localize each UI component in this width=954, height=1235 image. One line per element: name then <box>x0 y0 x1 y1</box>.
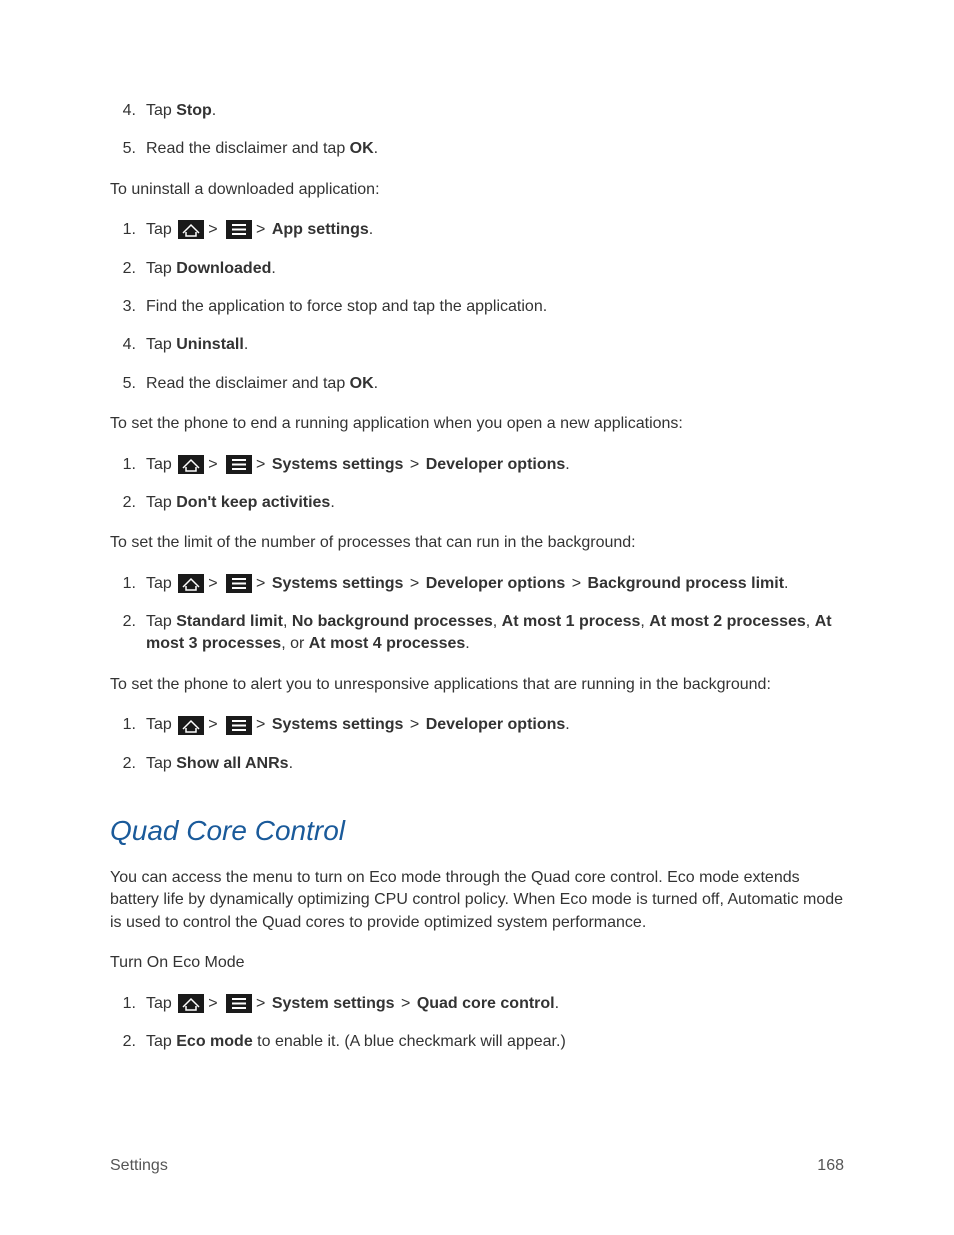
home-icon <box>178 220 204 239</box>
list-content: Read the disclaimer and tap OK. <box>146 373 844 395</box>
list-number: 3. <box>110 296 136 318</box>
list-content: Read the disclaimer and tap OK. <box>146 138 844 160</box>
menu-icon <box>226 574 252 593</box>
list-content: Tap Uninstall. <box>146 334 844 356</box>
list-number: 2. <box>110 258 136 280</box>
ordered-list: 1. Tap > > App settings. 2. Tap Download… <box>110 219 844 395</box>
list-content: Find the application to force stop and t… <box>146 296 844 318</box>
list-item: 5. Read the disclaimer and tap OK. <box>110 138 844 160</box>
ordered-list: 1. Tap > > Systems settings > Developer … <box>110 714 844 775</box>
list-item: 2. Tap Downloaded. <box>110 258 844 280</box>
list-item: 1. Tap > > System settings > Quad core c… <box>110 993 844 1015</box>
list-number: 1. <box>110 219 136 241</box>
list-number: 5. <box>110 138 136 160</box>
list-number: 2. <box>110 611 136 656</box>
list-number: 2. <box>110 1031 136 1053</box>
list-number: 1. <box>110 993 136 1015</box>
page-number: 168 <box>817 1157 844 1175</box>
list-item: 1. Tap > > Systems settings > Developer … <box>110 573 844 595</box>
list-content: Tap > > Systems settings > Developer opt… <box>146 714 844 736</box>
paragraph: To set the limit of the number of proces… <box>110 532 844 554</box>
page-footer: Settings 168 <box>110 1157 844 1175</box>
list-item: 1. Tap > > App settings. <box>110 219 844 241</box>
section-heading: Quad Core Control <box>110 815 844 847</box>
list-item: 1. Tap > > Systems settings > Developer … <box>110 454 844 476</box>
list-number: 4. <box>110 334 136 356</box>
list-content: Tap Downloaded. <box>146 258 844 280</box>
list-number: 1. <box>110 454 136 476</box>
list-number: 1. <box>110 573 136 595</box>
paragraph: To set the phone to end a running applic… <box>110 413 844 435</box>
menu-icon <box>226 716 252 735</box>
menu-icon <box>226 455 252 474</box>
list-item: 2. Tap Don't keep activities. <box>110 492 844 514</box>
footer-section-name: Settings <box>110 1157 168 1175</box>
menu-icon <box>226 220 252 239</box>
ordered-list: 1. Tap > > Systems settings > Developer … <box>110 454 844 515</box>
list-number: 1. <box>110 714 136 736</box>
list-number: 2. <box>110 492 136 514</box>
list-content: Tap Stop. <box>146 100 844 122</box>
list-content: Tap Eco mode to enable it. (A blue check… <box>146 1031 844 1053</box>
home-icon <box>178 716 204 735</box>
list-number: 4. <box>110 100 136 122</box>
paragraph: To uninstall a downloaded application: <box>110 179 844 201</box>
list-item: 2. Tap Standard limit, No background pro… <box>110 611 844 656</box>
list-content: Tap > > Systems settings > Developer opt… <box>146 573 844 595</box>
list-number: 5. <box>110 373 136 395</box>
paragraph: To set the phone to alert you to unrespo… <box>110 674 844 696</box>
list-content: Tap Don't keep activities. <box>146 492 844 514</box>
list-content: Tap Standard limit, No background proces… <box>146 611 844 656</box>
list-item: 4. Tap Uninstall. <box>110 334 844 356</box>
home-icon <box>178 994 204 1013</box>
list-item: 4. Tap Stop. <box>110 100 844 122</box>
menu-icon <box>226 994 252 1013</box>
list-item: 3. Find the application to force stop an… <box>110 296 844 318</box>
list-content: Tap > > App settings. <box>146 219 844 241</box>
ordered-list: 1. Tap > > Systems settings > Developer … <box>110 573 844 656</box>
list-item: 2. Tap Eco mode to enable it. (A blue ch… <box>110 1031 844 1053</box>
list-content: Tap > > Systems settings > Developer opt… <box>146 454 844 476</box>
home-icon <box>178 574 204 593</box>
list-item: 5. Read the disclaimer and tap OK. <box>110 373 844 395</box>
ordered-list: 1. Tap > > System settings > Quad core c… <box>110 993 844 1054</box>
list-content: Tap Show all ANRs. <box>146 753 844 775</box>
list-number: 2. <box>110 753 136 775</box>
ordered-list-continue: 4. Tap Stop. 5. Read the disclaimer and … <box>110 100 844 161</box>
page-content: 4. Tap Stop. 5. Read the disclaimer and … <box>0 0 954 1053</box>
list-item: 2. Tap Show all ANRs. <box>110 753 844 775</box>
home-icon <box>178 455 204 474</box>
paragraph: You can access the menu to turn on Eco m… <box>110 867 844 934</box>
list-item: 1. Tap > > Systems settings > Developer … <box>110 714 844 736</box>
list-content: Tap > > System settings > Quad core cont… <box>146 993 844 1015</box>
paragraph: Turn On Eco Mode <box>110 952 844 974</box>
